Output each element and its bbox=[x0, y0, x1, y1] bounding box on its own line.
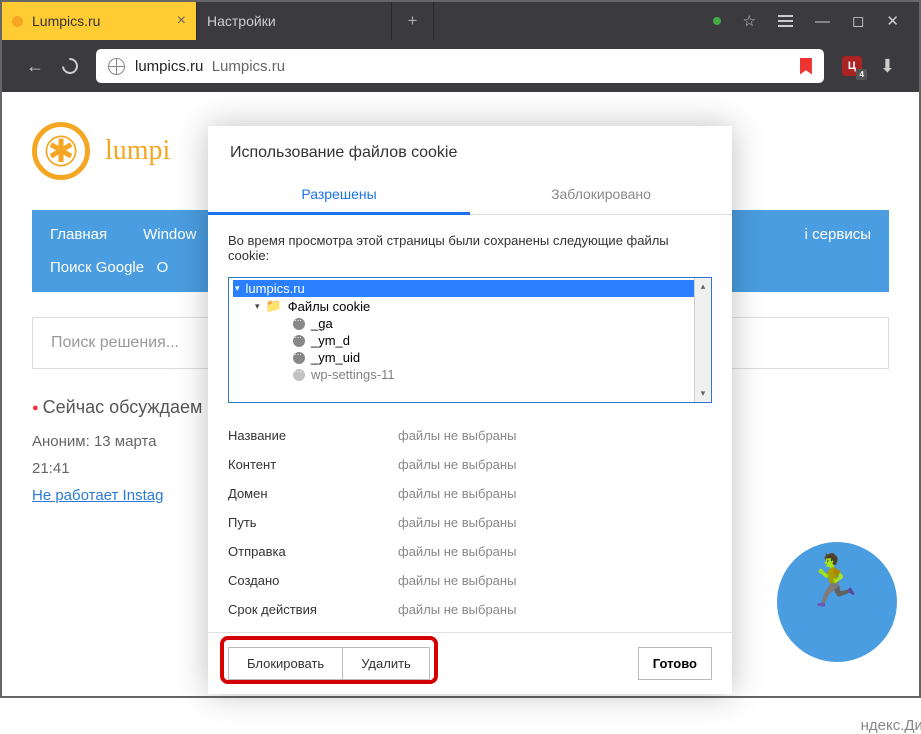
tab-lumpics[interactable]: Lumpics.ru × bbox=[2, 2, 197, 40]
promo-circle-icon bbox=[777, 542, 897, 662]
nav-item[interactable]: i сервисы bbox=[787, 210, 889, 259]
site-logo-icon bbox=[32, 122, 90, 180]
minimize-icon[interactable]: — bbox=[815, 13, 830, 30]
dialog-description: Во время просмотра этой страницы были со… bbox=[228, 233, 712, 263]
url-field[interactable]: lumpics.ru Lumpics.ru bbox=[96, 49, 824, 83]
detail-row: Путьфайлы не выбраны bbox=[228, 508, 712, 537]
nav-item[interactable]: Главная bbox=[32, 210, 125, 259]
scroll-up-icon[interactable]: ▴ bbox=[695, 278, 711, 295]
cookie-icon bbox=[293, 369, 305, 381]
detail-row: Доменфайлы не выбраны bbox=[228, 479, 712, 508]
menu-icon[interactable] bbox=[778, 15, 793, 27]
reload-icon[interactable] bbox=[59, 55, 82, 78]
dialog-footer: Блокировать Удалить Готово bbox=[208, 632, 732, 694]
done-button[interactable]: Готово bbox=[638, 647, 712, 680]
detail-row: Отправкафайлы не выбраны bbox=[228, 537, 712, 566]
extension-badge[interactable]: Ц 4 bbox=[842, 56, 862, 76]
window-controls: ☆ — ◻ ✕ bbox=[693, 2, 919, 40]
tree-cookie-item[interactable]: _ym_uid bbox=[233, 349, 707, 366]
detail-row: Контентфайлы не выбраны bbox=[228, 450, 712, 479]
tab-label: Настройки bbox=[207, 13, 276, 29]
detail-row: Созданофайлы не выбраны bbox=[228, 566, 712, 595]
site-logo-text: lumpi bbox=[105, 135, 170, 167]
globe-icon bbox=[108, 58, 125, 75]
close-icon[interactable]: × bbox=[177, 12, 186, 30]
new-tab-button[interactable]: + bbox=[392, 2, 434, 40]
block-button[interactable]: Блокировать bbox=[228, 647, 343, 680]
detail-row: Срок действияфайлы не выбраны bbox=[228, 595, 712, 624]
tab-label: Lumpics.ru bbox=[32, 13, 100, 29]
status-dot-icon bbox=[713, 17, 721, 25]
tab-blocked[interactable]: Заблокировано bbox=[470, 176, 732, 215]
tab-allowed[interactable]: Разрешены bbox=[208, 176, 470, 215]
dialog-tabs: Разрешены Заблокировано bbox=[208, 176, 732, 215]
scrollbar[interactable]: ▴ ▾ bbox=[694, 278, 711, 402]
address-bar: ← lumpics.ru Lumpics.ru Ц 4 ⬇ bbox=[2, 40, 919, 92]
badge-count: 4 bbox=[856, 69, 866, 80]
back-icon[interactable]: ← bbox=[26, 56, 44, 77]
bookmark-icon[interactable] bbox=[800, 58, 812, 75]
tab-settings[interactable]: Настройки bbox=[197, 2, 392, 40]
cookie-icon bbox=[293, 352, 305, 364]
close-window-icon[interactable]: ✕ bbox=[886, 12, 899, 30]
favicon-icon bbox=[12, 16, 23, 27]
scroll-down-icon[interactable]: ▾ bbox=[695, 385, 711, 402]
tree-cookie-item[interactable]: wp-settings-11 bbox=[233, 366, 707, 383]
chevron-down-icon: ▾ bbox=[235, 283, 240, 294]
cookie-icon bbox=[293, 318, 305, 330]
cookie-tree[interactable]: ▾ lumpics.ru ▾ 📁 Файлы cookie _ga _ym_d … bbox=[228, 277, 712, 403]
tree-cookie-item[interactable]: _ym_d bbox=[233, 332, 707, 349]
delete-button[interactable]: Удалить bbox=[343, 647, 430, 680]
cookie-details: Названиефайлы не выбраны Контентфайлы не… bbox=[228, 421, 712, 624]
downloads-icon[interactable]: ⬇ bbox=[880, 56, 895, 77]
maximize-icon[interactable]: ◻ bbox=[852, 12, 864, 30]
chevron-down-icon: ▾ bbox=[255, 301, 260, 312]
folder-icon: 📁 bbox=[266, 298, 282, 314]
tree-root[interactable]: ▾ lumpics.ru bbox=[233, 280, 707, 297]
yadisk-label: ндекс.Диск bbox=[861, 717, 921, 734]
cookie-icon bbox=[293, 335, 305, 347]
detail-row: Названиефайлы не выбраны bbox=[228, 421, 712, 450]
comment-link[interactable]: Не работает Instag bbox=[32, 487, 163, 504]
cookie-dialog: Использование файлов cookie Разрешены За… bbox=[208, 126, 732, 694]
url-text: lumpics.ru Lumpics.ru bbox=[135, 58, 285, 75]
favorites-icon[interactable]: ☆ bbox=[743, 12, 756, 30]
tree-cookie-item[interactable]: _ga bbox=[233, 315, 707, 332]
titlebar: Lumpics.ru × Настройки + ☆ — ◻ ✕ bbox=[2, 2, 919, 40]
tree-folder[interactable]: ▾ 📁 Файлы cookie bbox=[233, 297, 707, 315]
dialog-title: Использование файлов cookie bbox=[208, 126, 732, 176]
nav-item[interactable]: Window bbox=[125, 210, 214, 259]
